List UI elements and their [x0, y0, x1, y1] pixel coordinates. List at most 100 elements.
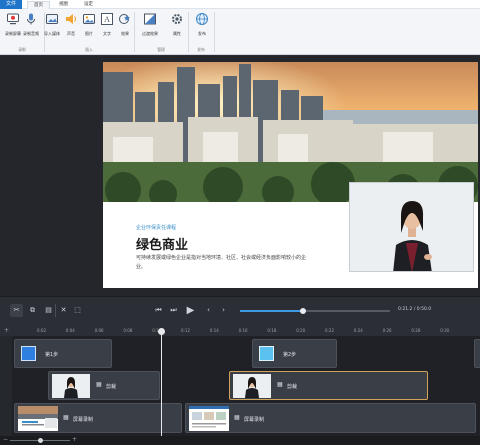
- group-label-insert: 插入: [85, 47, 93, 52]
- play-icon[interactable]: ▶: [184, 304, 197, 317]
- cutout-clip-2[interactable]: ▦ 剪裁: [229, 371, 428, 400]
- add-track-icon[interactable]: +: [4, 327, 9, 334]
- playback-scrubber[interactable]: [240, 308, 390, 314]
- publish-button[interactable]: 发布: [190, 12, 214, 37]
- timeline-zoom-bar: − +: [0, 436, 480, 445]
- slide-title: 绿色商业: [136, 238, 189, 253]
- ruler-tick-label: 0:12: [181, 328, 190, 333]
- tab-view[interactable]: 视图: [53, 1, 74, 9]
- scrubber-handle[interactable]: [299, 308, 306, 314]
- image-icon: [83, 14, 95, 24]
- group-label-publish: 发布: [197, 47, 205, 52]
- presenter-image: [350, 183, 473, 271]
- screen-recording-thumbnail-1: [18, 406, 58, 431]
- film-icon: ▦: [234, 414, 240, 421]
- playhead-line[interactable]: [161, 330, 162, 440]
- previous-frame-icon[interactable]: ⏮: [152, 304, 165, 317]
- tab-home[interactable]: 首页: [27, 1, 50, 9]
- group-divider: [134, 12, 135, 52]
- file-menu-button[interactable]: 文件: [0, 0, 22, 9]
- screen-recording-thumbnail-2: [189, 406, 229, 431]
- globe-icon: [196, 13, 208, 25]
- ruler-tick-label: 0:28: [411, 328, 421, 333]
- properties-button[interactable]: 属性: [165, 12, 189, 37]
- ruler-tick-label: 0:20: [296, 328, 306, 333]
- cutout-thumbnail-2: [233, 374, 271, 398]
- microphone-icon: [27, 13, 35, 25]
- tab-settings[interactable]: 设定: [78, 1, 99, 9]
- ribbon-tab-bar: 文件 首页 视图 设定: [0, 0, 480, 9]
- properties-label: 属性: [173, 31, 181, 36]
- ruler-tick-label: 0:26: [382, 328, 392, 333]
- step2-label: 第2步: [283, 352, 297, 358]
- step-back-icon[interactable]: ‹: [202, 304, 215, 317]
- crop-icon[interactable]: ⬚: [71, 304, 84, 317]
- transitions-icon: [144, 13, 156, 25]
- zoom-slider-handle[interactable]: [38, 438, 43, 443]
- ruler-tick-label: 0:04: [65, 328, 75, 333]
- app-window: 文件 首页 视图 设定 录制屏幕 录制音频 录制 导入媒体 声音 图片 A 文字…: [0, 0, 480, 445]
- playback-toolbar: ✂ ⧉ ▤ ✕ ⬚ ⏮ ⏭ ▶ ‹ › 0:21.2 / 0:50.0: [0, 296, 480, 324]
- gear-icon: [172, 14, 182, 24]
- speaker-icon: [66, 14, 77, 24]
- ruler-tick-label: 0:16: [238, 328, 248, 333]
- timeline-ruler[interactable]: + 0:02 0:04 0:06 0:08 0:10 0:12 0:14 0:16 0:18 0:…: [0, 324, 480, 336]
- zoom-out-icon[interactable]: −: [3, 436, 8, 443]
- screen1-label: 屏幕录制: [73, 417, 94, 423]
- canvas-area: 企业环保责任课程 绿色商业 可持续发展或绿色企业是指对当地环境、社区、社会或经济…: [0, 56, 480, 296]
- playhead-handle[interactable]: [158, 328, 165, 335]
- toolbar-divider: [55, 304, 56, 317]
- group-label-record: 录制: [18, 47, 26, 52]
- screen2-label: 屏幕录制: [244, 417, 265, 423]
- playback-progress-fill: [240, 310, 303, 312]
- effects-icon: [119, 14, 130, 24]
- film-icon: ▦: [96, 381, 102, 388]
- presenter-video-overlay[interactable]: [349, 182, 474, 272]
- import-media-icon: [46, 14, 58, 24]
- step1-icon: [21, 346, 36, 361]
- publish-label: 发布: [198, 31, 206, 36]
- screen-recording-clip-2[interactable]: ▦ 屏幕录制: [185, 403, 476, 433]
- ruler-tick-label: 0:06: [94, 328, 104, 333]
- step2-clip[interactable]: 第2步: [252, 339, 337, 368]
- ruler-tick-label: 0:18: [267, 328, 277, 333]
- cut-icon[interactable]: ✂: [10, 304, 23, 317]
- next-frame-icon[interactable]: ⏭: [167, 304, 180, 317]
- city-skyline-image: [103, 62, 478, 202]
- ruler-tick-label: 0:24: [353, 328, 363, 333]
- split-icon[interactable]: ✕: [57, 304, 70, 317]
- step1-label: 第1步: [45, 352, 59, 358]
- copy-icon[interactable]: ⧉: [26, 304, 39, 317]
- ruler-tick-label: 0:08: [123, 328, 133, 333]
- record-screen-icon: [7, 13, 19, 25]
- cutout1-label: 剪裁: [106, 384, 117, 390]
- transitions-button[interactable]: 过渡效果: [138, 12, 162, 37]
- slide-preview[interactable]: 企业环保责任课程 绿色商业 可持续发展或绿色企业是指对当地环境、社区、社会或经济…: [103, 62, 478, 288]
- step2-icon: [259, 346, 274, 361]
- timecode-display: 0:21.2 / 0:50.0: [398, 307, 432, 312]
- ruler-tick-label: 0:30: [440, 328, 450, 333]
- svg-text:A: A: [104, 15, 110, 24]
- step1-clip[interactable]: 第1步: [14, 339, 112, 368]
- cutout-clip-1[interactable]: ▦ 剪裁: [48, 371, 160, 400]
- group-label-manage: 管理: [157, 47, 165, 52]
- track-gutter: [0, 336, 12, 436]
- film-icon: ▦: [277, 381, 283, 388]
- cutout-thumbnail-1: [52, 374, 90, 398]
- step-forward-icon[interactable]: ›: [217, 304, 230, 317]
- screen-recording-clip-1[interactable]: ▦ 屏幕录制: [14, 403, 182, 433]
- ruler-tick-label: 0:22: [325, 328, 334, 333]
- file-menu-label: 文件: [5, 1, 16, 7]
- ruler-tick-label: 0:14: [209, 328, 219, 333]
- ribbon-toolbar: 录制屏幕 录制音频 录制 导入媒体 声音 图片 A 文字 效果 插入 过渡效果 …: [0, 9, 480, 55]
- slide-subtitle: 企业环保责任课程: [136, 225, 177, 231]
- transitions-label: 过渡效果: [142, 31, 158, 36]
- film-icon: ▦: [63, 414, 69, 421]
- group-divider: [214, 12, 215, 52]
- paste-icon[interactable]: ▤: [42, 304, 55, 317]
- group-divider: [188, 12, 189, 52]
- zoom-in-icon[interactable]: +: [72, 436, 77, 443]
- ruler-tick-label: 0:02: [37, 328, 46, 333]
- clip-edge: [474, 339, 480, 368]
- slide-body-text: 可持续发展或绿色企业是指对当地环境、社区、社会或经济负面影响较小的企业。: [136, 255, 307, 270]
